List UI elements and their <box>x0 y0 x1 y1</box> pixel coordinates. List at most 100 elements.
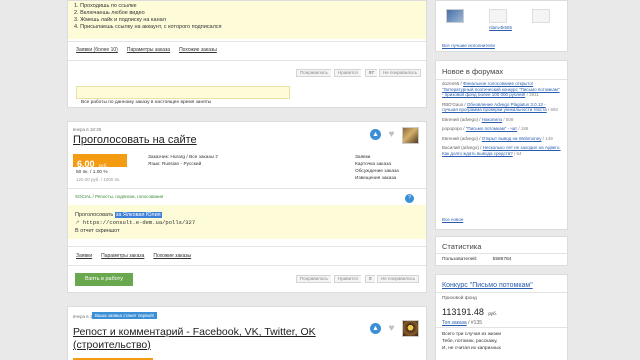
customer-row: Заказчик: Hurarg / Все заказы ≠ <box>148 155 218 161</box>
link-order-notices[interactable]: Извещения заказа <box>355 175 399 182</box>
step-1: 1. Проходишь по ссылке <box>74 3 137 9</box>
rating-label: Нравится <box>334 69 361 77</box>
forum-topic-link[interactable]: Открыт вывод на Webmoney <box>482 136 542 141</box>
tab-applications[interactable]: Заявки <box>76 253 92 259</box>
customer-avatar <box>402 127 419 144</box>
users-label: Пользователей: <box>442 257 478 262</box>
tab-similar-orders[interactable]: Похожие заказы <box>179 47 217 53</box>
divider <box>68 265 426 266</box>
busy-notice: Все работы по данному заказу в настоящее… <box>76 86 290 105</box>
dislike-button[interactable]: Не понравилось <box>379 69 422 77</box>
link-applications[interactable]: Заявки <box>355 154 399 161</box>
customer-label: Заказчик: <box>148 155 170 160</box>
order-title[interactable]: Проголосовать на сайте <box>73 133 197 147</box>
stats-title: Статистика <box>442 242 482 251</box>
desc-line-1: Проголосовать за Ялковая Юлия <box>75 211 419 219</box>
order-body: Проголосовать за Ялковая Юлия ↗ https://… <box>68 205 426 239</box>
dislike-button[interactable]: Не понравилось <box>377 275 420 283</box>
step-4: 4. Присылаешь ссылку на аккаунт, с котор… <box>74 24 222 30</box>
prize-unit: руб. <box>488 311 497 316</box>
contest-title[interactable]: Конкурс "Письмо потомкам" <box>442 281 561 290</box>
customer-avatar <box>402 320 419 337</box>
forum-author[interactable]: Евгений (advego) / <box>442 117 480 122</box>
prize-value: 113191.48 <box>442 307 484 317</box>
divider <box>436 253 567 254</box>
forum-count: / 186 <box>518 126 529 131</box>
rating-label: Нравится <box>334 275 361 283</box>
desc-url[interactable]: https://consult.e-dem.ua/polls/327 <box>83 219 195 226</box>
top-order-row: Топ заказа / #135 <box>442 320 482 326</box>
forum-author[interactable]: Василий (advego) / <box>442 145 481 150</box>
order-side-links: Заявки Карточка заказа Обсуждение заказа… <box>355 154 399 182</box>
order-category[interactable]: SOCIAL / Репосты, подписки, голосования <box>75 194 163 200</box>
forum-topic-link[interactable]: Накопило <box>482 117 502 122</box>
forum-author[interactable]: popopopo / <box>442 126 465 131</box>
all-best-link[interactable]: Все лучшие исполнители <box>442 43 495 49</box>
stats-card: Статистика Пользователей: 5586784 <box>435 236 568 266</box>
like-button[interactable]: Понравилось <box>296 275 331 283</box>
category-badge-icon: ? <box>405 194 414 203</box>
tab-order-params[interactable]: Параметры заказа <box>127 47 170 53</box>
forum-card: Новое в форумах dozen65 / Финальное голо… <box>435 60 568 230</box>
price-badge: 6.00 руб. <box>73 154 127 169</box>
forum-title: Новое в форумах <box>442 67 504 76</box>
price-value: 6.00 <box>77 159 95 169</box>
tab-similar-orders[interactable]: Похожие заказы <box>153 253 191 259</box>
forum-item: Василий (advego) / Несколько лет не захо… <box>442 145 561 156</box>
divider <box>436 327 567 328</box>
customer-orders-link[interactable]: / Все заказы ≠ <box>186 155 218 160</box>
performer-avatar[interactable] <box>446 9 464 23</box>
performer-name[interactable]: nlanv4k555 <box>489 25 512 31</box>
step-3: 3. Жмешь лайк и подписку на канал <box>74 17 166 23</box>
forum-author[interactable]: RBD'Gaus / <box>442 102 466 107</box>
order-card: вчера в 18:25 Проголосовать на сайте ▲ ♥… <box>67 121 427 293</box>
divider <box>436 79 567 80</box>
divider <box>68 60 426 61</box>
prize-row: 113191.48 руб. <box>442 302 497 320</box>
busy-notice-text: Все работы по данному заказу в настоящее… <box>81 100 212 105</box>
heart-icon[interactable]: ♥ <box>386 129 397 140</box>
upvote-icon[interactable]: ▲ <box>370 129 381 140</box>
take-order-button[interactable]: Взять в работу <box>75 273 133 286</box>
customer-name[interactable]: Hurarg <box>170 155 185 160</box>
divider <box>68 41 426 42</box>
divider <box>436 292 567 293</box>
tab-order-params[interactable]: Параметры заказа <box>101 253 144 259</box>
order-rate: 120.00 руб. / 1000 пк. <box>76 177 121 182</box>
link-order-card[interactable]: Карточка заказа <box>355 161 399 168</box>
top-order-link[interactable]: Топ заказа <box>442 320 467 326</box>
like-button[interactable]: Понравилось <box>296 69 331 77</box>
forum-count: / 149 <box>542 135 553 141</box>
forum-topic-link[interactable]: "Письмо потомкам" - чат <box>466 126 517 131</box>
desc-line-3: В отчет скриншот <box>75 228 120 234</box>
rating-count: 97 <box>365 69 378 77</box>
order-description: 1. Проходишь по ссылке 2. Включаешь любо… <box>68 1 426 39</box>
divider <box>68 188 426 189</box>
desc-highlight: за Ялковая Юлия <box>114 212 162 218</box>
poem-line: Тебе, потомок, расскажу, <box>442 339 498 344</box>
forum-item: popopopo / "Письмо потомкам" - чат / 186 <box>442 126 561 132</box>
first-application-badge: Ваша заявка станет первой! <box>92 312 158 319</box>
all-new-link[interactable]: Все новое <box>442 217 463 223</box>
contest-card: Конкурс "Письмо потомкам" Призовой фонд … <box>435 274 568 360</box>
link-order-discussion[interactable]: Обсуждение заказа <box>355 168 399 175</box>
forum-count: / 3911 <box>526 92 539 97</box>
upvote-icon[interactable]: ▲ <box>370 323 381 334</box>
forum-author[interactable]: dozen65 / <box>442 81 462 86</box>
order-title[interactable]: Репост и комментарий - Facebook, VK, Twi… <box>73 326 363 352</box>
external-link-icon: ↗ <box>75 219 80 226</box>
performer-extra <box>532 9 550 23</box>
forum-author[interactable]: Евгений (advego) / <box>442 136 480 141</box>
forum-count: / 692 <box>547 107 558 112</box>
heart-icon[interactable]: ♥ <box>386 323 397 334</box>
forum-list: dozen65 / Финальное голосование открыто!… <box>442 81 561 156</box>
tab-applications[interactable]: Заявки (более 10) <box>76 47 118 53</box>
step-2: 2. Включаешь любое видео <box>74 10 145 16</box>
best-performers-card: nlanv4k555 Все лучшие исполнители <box>435 0 568 52</box>
rating-count: 0 <box>365 275 375 283</box>
forum-item: Евгений (advego) / Открыт вывод на Webmo… <box>442 136 561 142</box>
poem-line: И, не считая их капризных <box>442 346 501 351</box>
users-row: Пользователей: 5586784 <box>442 257 511 263</box>
order-quantity: 50 пк. / 1.00 % <box>76 170 108 175</box>
poem-line: Всего три случая из жизни <box>442 332 502 337</box>
